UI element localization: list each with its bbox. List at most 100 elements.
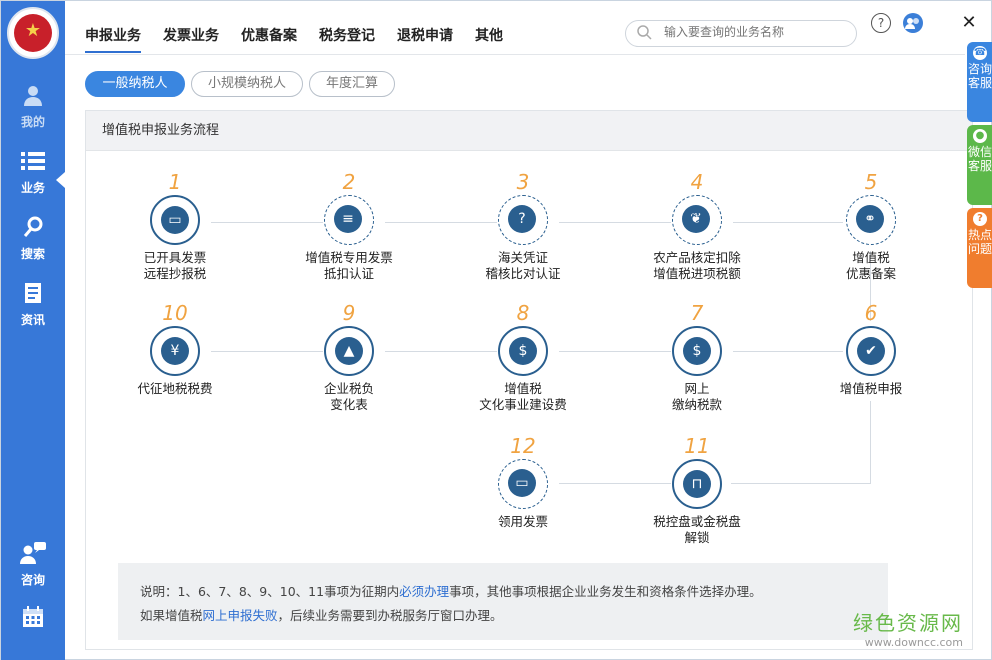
step-label: 解锁 (684, 530, 710, 545)
question-icon: ? (973, 212, 987, 226)
tab-declaration[interactable]: 申报业务 (85, 25, 141, 53)
checkmark-icon: ✔ (846, 326, 896, 376)
top-navigation: 申报业务 发票业务 优惠备案 税务登记 退税申请 其他 (85, 25, 503, 53)
float-tab-label: 咨询客服 (967, 62, 992, 90)
sidebar-item-label: 咨询 (20, 573, 45, 587)
step-6[interactable]: 6 ✔ 增值税申报 (796, 300, 946, 397)
tab-tax-registration[interactable]: 税务登记 (319, 25, 375, 53)
step-label: 代征地税税费 (137, 381, 213, 396)
step-number: 12 (510, 434, 536, 458)
note-text: ，后续业务需要到办税服务厅窗口办理。 (277, 608, 503, 623)
tab-other[interactable]: 其他 (475, 25, 503, 53)
sidebar-item-news[interactable]: 资讯 (1, 281, 65, 328)
float-tab-label: 微信客服 (967, 145, 992, 173)
step-label: 增值税进项税额 (653, 266, 741, 281)
headset-icon: ☎ (973, 46, 987, 60)
consult-service-tab[interactable]: ☎ 咨询客服 (967, 42, 992, 122)
account-icon[interactable] (903, 13, 923, 33)
step-3[interactable]: 3 ? 海关凭证 稽核比对认证 (448, 169, 598, 282)
step-10[interactable]: 10 ¥ 代征地税税费 (100, 300, 250, 397)
step-label: 缴纳税款 (671, 397, 722, 412)
active-indicator (56, 172, 65, 188)
step-label: 增值税申报 (839, 381, 903, 396)
connector (870, 401, 871, 483)
step-number: 3 (516, 170, 530, 194)
tab-preferential-filing[interactable]: 优惠备案 (241, 25, 297, 53)
file-icon: ≡ (324, 195, 374, 245)
laptop-icon: ▭ (150, 195, 200, 245)
search-icon (636, 24, 652, 40)
sidebar-item-label: 资讯 (20, 313, 45, 327)
float-tab-label: 热点问题 (967, 228, 992, 256)
tab-small-scale-taxpayer[interactable]: 小规模纳税人 (191, 71, 303, 97)
chat-user-icon (1, 541, 65, 571)
step-number: 1 (168, 170, 182, 194)
tab-annual-settlement[interactable]: 年度汇算 (309, 71, 395, 97)
step-label: 已开具发票 (143, 250, 207, 265)
step-number: 2 (342, 170, 356, 194)
note-line-2: 如果增值税网上申报失败，后续业务需要到办税服务厅窗口办理。 (140, 604, 888, 628)
sidebar-item-consult[interactable]: 咨询 (1, 541, 65, 588)
step-5[interactable]: 5 ⚭ 增值税 优惠备案 (796, 169, 946, 282)
search-box[interactable] (625, 20, 857, 47)
step-9[interactable]: 9 ▲ 企业税负 变化表 (274, 300, 424, 413)
step-label: 增值税 (852, 250, 890, 265)
step-number: 10 (162, 301, 188, 325)
step-12[interactable]: 12 ▭ 领用发票 (448, 433, 598, 530)
declaration-failed-link[interactable]: 网上申报失败 (203, 608, 278, 623)
step-number: 8 (516, 301, 530, 325)
document-icon (1, 281, 65, 311)
unlock-icon: ⊓ (672, 459, 722, 509)
app-window: 我的 业务 搜索 资讯 咨询 (0, 0, 992, 660)
note-text: 事项，其他事项根据企业业务发生和资格条件选择办理。 (449, 584, 762, 599)
step-number: 11 (684, 434, 710, 458)
note-text: 说明：1、6、7、8、9、10、11事项为征期内 (140, 584, 400, 599)
leaf-icon: ❦ (672, 195, 722, 245)
tab-general-taxpayer[interactable]: 一般纳税人 (85, 71, 185, 97)
note-line-1: 说明：1、6、7、8、9、10、11事项为征期内必须办理事项，其他事项根据企业业… (140, 580, 888, 604)
divider (65, 54, 965, 55)
step-11[interactable]: 11 ⊓ 税控盘或金税盘 解锁 (622, 433, 772, 546)
user-icon (1, 83, 65, 113)
money-bag-icon: $ (672, 326, 722, 376)
step-4[interactable]: 4 ❦ 农产品核定扣除 增值税进项税额 (622, 169, 772, 282)
hot-questions-tab[interactable]: ? 热点问题 (967, 208, 992, 288)
explanation-note: 说明：1、6、7、8、9、10、11事项为征期内必须办理事项，其他事项根据企业业… (118, 563, 888, 640)
tab-tax-refund[interactable]: 退税申请 (397, 25, 453, 53)
coin-stack-icon: $ (498, 326, 548, 376)
chart-icon: ▲ (324, 326, 374, 376)
sidebar-item-mine[interactable]: 我的 (1, 83, 65, 130)
step-label: 抵扣认证 (323, 266, 374, 281)
help-icon[interactable]: ? (871, 13, 891, 33)
sidebar-item-label: 我的 (20, 115, 45, 129)
step-label: 网上 (684, 381, 710, 396)
sidebar-item-search[interactable]: 搜索 (1, 215, 65, 262)
must-handle-link[interactable]: 必须办理 (399, 584, 449, 599)
monitor-icon: ▭ (498, 459, 548, 509)
step-label: 增值税专用发票 (305, 250, 393, 265)
step-label: 企业税负 (323, 381, 374, 396)
step-number: 4 (690, 170, 704, 194)
watermark-url: www.downcc.com (864, 636, 963, 649)
sidebar: 我的 业务 搜索 资讯 咨询 (1, 1, 65, 660)
search-input[interactable] (664, 25, 849, 39)
step-1[interactable]: 1 ▭ 已开具发票 远程抄报税 (100, 169, 250, 282)
sidebar-item-calendar[interactable] (1, 605, 65, 635)
tax-bureau-logo (7, 7, 59, 59)
step-number: 6 (864, 301, 878, 325)
tab-invoice[interactable]: 发票业务 (163, 25, 219, 53)
step-number: 5 (864, 170, 878, 194)
wechat-service-tab[interactable]: ● 微信客服 (967, 125, 992, 205)
step-label: 变化表 (330, 397, 368, 412)
step-number: 9 (342, 301, 356, 325)
close-icon[interactable]: ✕ (959, 13, 979, 33)
link-file-icon: ⚭ (846, 195, 896, 245)
step-label: 领用发票 (497, 514, 548, 529)
sidebar-item-label: 搜索 (20, 247, 45, 261)
step-7[interactable]: 7 $ 网上 缴纳税款 (622, 300, 772, 413)
step-label: 远程抄报税 (143, 266, 207, 281)
step-8[interactable]: 8 $ 增值税 文化事业建设费 (448, 300, 598, 413)
step-label: 农产品核定扣除 (653, 250, 741, 265)
step-2[interactable]: 2 ≡ 增值税专用发票 抵扣认证 (274, 169, 424, 282)
wechat-icon: ● (973, 129, 987, 143)
